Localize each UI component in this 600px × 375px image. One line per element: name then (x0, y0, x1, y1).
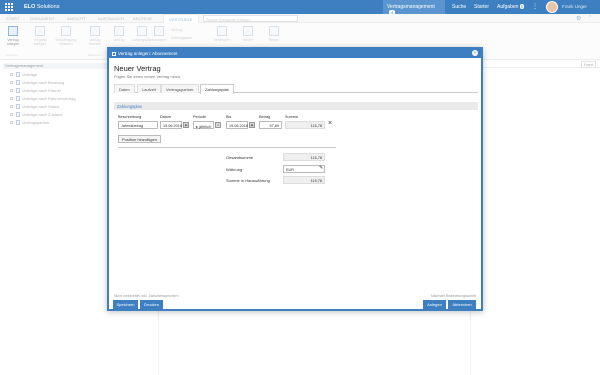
column-header: Summe (285, 115, 299, 119)
dialog-header: Neuer Vertrag Fügen Sie einen neuen Vert… (114, 64, 181, 79)
chevron-down-icon[interactable]: ▾ (215, 122, 221, 128)
app-grid-icon[interactable] (5, 3, 13, 11)
dialog-title-bar: Vertrag anlegen: Abonnement × (109, 49, 481, 58)
column-header: Datum (160, 115, 172, 119)
edit-pencil-icon[interactable]: ✎ (319, 165, 323, 171)
close-icon[interactable]: × (472, 50, 478, 56)
column-header: Periode (193, 115, 207, 119)
calendar-icon[interactable]: ▦ (183, 122, 189, 128)
nav-search[interactable]: Suche (452, 4, 466, 10)
home-currency-field: 115,78 (283, 176, 325, 184)
dialog-title: Vertrag anlegen: Abonnement (118, 51, 178, 56)
dialog-icon (112, 52, 116, 56)
sum-field: 115,78 (285, 121, 325, 129)
cancel-button[interactable]: Abbrechen (448, 300, 476, 309)
app-header: ELO Solutions Vertragsmanagement4 Suche … (0, 0, 600, 15)
until-date-field[interactable]: 19.06.2018 (226, 121, 248, 129)
total-field: 115,78 (283, 153, 325, 161)
tasks-badge: 0 (519, 4, 525, 9)
dialog-heading: Neuer Vertrag (114, 64, 161, 73)
column-header: Bis (226, 115, 232, 119)
description-field[interactable]: Jahresbetrag (118, 121, 158, 129)
section-header: Zahlungsplan (114, 102, 478, 110)
new-contract-dialog: Vertrag anlegen: Abonnement × Neuer Vert… (107, 47, 483, 311)
user-name[interactable]: Frank Unger (562, 4, 587, 9)
save-button[interactable]: Speichern (113, 300, 138, 309)
tab-vertragspartner[interactable]: Vertragspartner (161, 84, 199, 93)
nav-starter[interactable]: Starter (474, 4, 489, 10)
delete-row-icon[interactable]: × (328, 120, 332, 127)
total-label: Gesamtsumme (226, 155, 254, 160)
period-select[interactable]: ▸ jährlich (193, 121, 214, 129)
amount-field[interactable]: 57,89 (259, 121, 282, 129)
column-header: Beschreibung (118, 115, 142, 119)
currency-label: Währung (226, 167, 243, 172)
more-menu-icon[interactable]: ⋮ (532, 3, 538, 10)
brand-logo: ELO Solutions (24, 4, 60, 10)
dialog-subheading: Fügen Sie einen neuen Vertrag hinzu. (114, 74, 182, 79)
module-switcher[interactable]: Vertragsmanagement4 (383, 0, 445, 15)
avatar[interactable] (546, 1, 558, 13)
footer-status: Nicht vorbereitet, inkl. Zwischenspeiche… (114, 294, 179, 298)
date-field[interactable]: 19.06.2018 (160, 121, 182, 129)
add-position-button[interactable]: Position hinzufügen (118, 135, 161, 143)
tab-laufzeit[interactable]: Laufzeit (137, 84, 162, 93)
footer-next-step: Nächster Bearbeitungsschritt (431, 294, 476, 298)
divider (118, 147, 336, 148)
tab-daten[interactable]: Daten (114, 84, 135, 93)
print-button[interactable]: Drucken (140, 300, 163, 309)
column-header: Betrag (259, 115, 271, 119)
dialog-tab-bar: Daten Laufzeit Vertragspartner Zahlungsp… (114, 84, 478, 94)
tab-zahlungsplan[interactable]: Zahlungsplan (200, 84, 235, 94)
home-currency-label: Summe in Hauswährung (226, 178, 270, 183)
calendar-icon[interactable]: ▦ (249, 122, 255, 128)
create-button[interactable]: Anlegen (423, 300, 446, 309)
nav-tasks[interactable]: Aufgaben 0 (497, 4, 525, 10)
